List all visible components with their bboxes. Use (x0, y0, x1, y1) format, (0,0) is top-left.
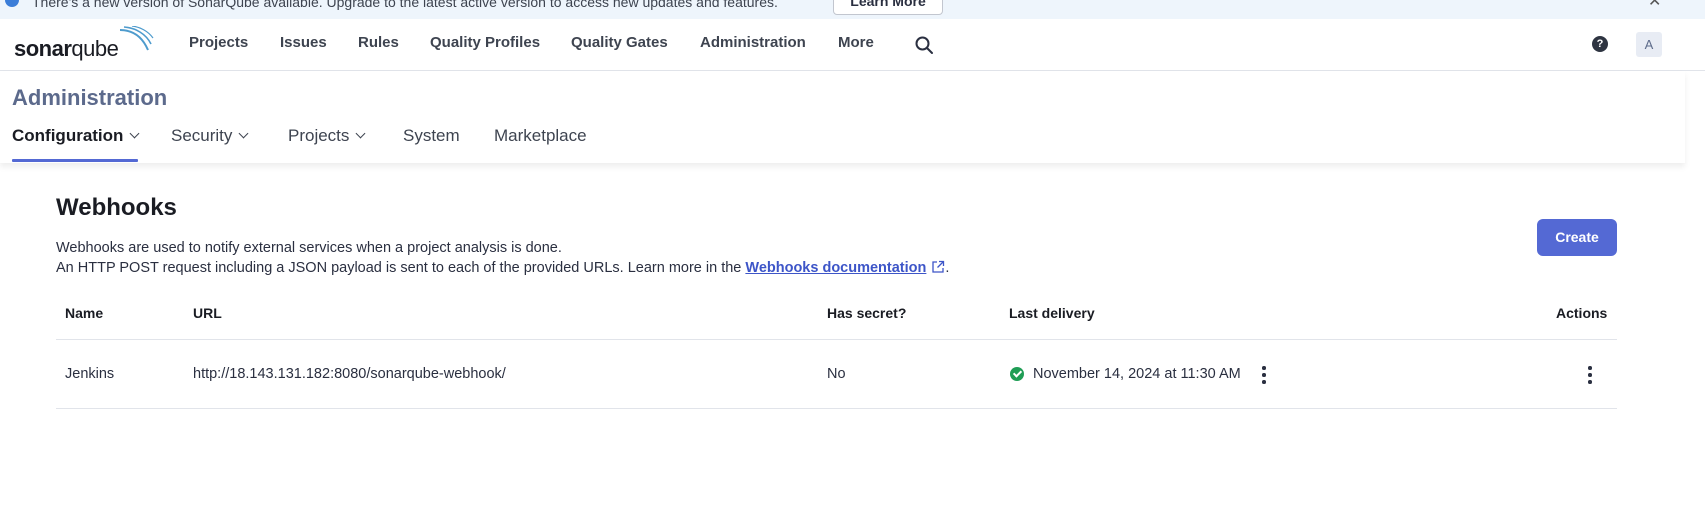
column-header-url: URL (193, 305, 222, 321)
column-header-last-delivery: Last delivery (1009, 305, 1095, 321)
column-header-actions: Actions (1556, 305, 1608, 321)
row-actions-icon[interactable] (1582, 364, 1598, 386)
sonarqube-logo[interactable]: sonarqube (14, 26, 154, 64)
chevron-down-icon (355, 128, 366, 139)
avatar[interactable]: A (1636, 32, 1662, 57)
create-button[interactable]: Create (1537, 219, 1617, 256)
banner-text: There's a new version of SonarQube avail… (32, 0, 778, 10)
nav-administration[interactable]: Administration (700, 34, 806, 51)
nav-rules[interactable]: Rules (358, 34, 399, 51)
nav-quality-profiles[interactable]: Quality Profiles (430, 34, 540, 51)
help-icon[interactable]: ? (1592, 36, 1608, 52)
webhooks-description-line2: An HTTP POST request including a JSON pa… (56, 260, 950, 276)
column-header-has-secret: Has secret? (827, 305, 907, 321)
webhook-name: Jenkins (65, 366, 115, 382)
logo-text: sonarqube (14, 36, 119, 61)
webhooks-documentation-link[interactable]: Webhooks documentation (745, 260, 926, 276)
tab-configuration[interactable]: Configuration (12, 126, 140, 146)
webhook-url: http://18.143.131.182:8080/sonarqube-web… (193, 366, 506, 382)
nav-issues[interactable]: Issues (280, 34, 327, 51)
logo-waves-icon (119, 26, 154, 51)
learn-more-button[interactable]: Learn More (833, 0, 943, 15)
nav-quality-gates[interactable]: Quality Gates (571, 34, 668, 51)
divider (56, 339, 1617, 340)
tab-marketplace[interactable]: Marketplace (494, 126, 587, 146)
active-tab-indicator (12, 159, 138, 162)
webhooks-description: Webhooks are used to notify external ser… (56, 240, 562, 256)
webhook-last-delivery: November 14, 2024 at 11:30 AM (1033, 366, 1241, 382)
info-icon (5, 0, 19, 7)
close-icon[interactable]: ✕ (1648, 0, 1661, 11)
tab-system[interactable]: System (403, 126, 460, 146)
column-header-name: Name (65, 305, 104, 321)
search-icon[interactable] (914, 35, 934, 55)
external-link-icon (932, 260, 945, 273)
tab-security[interactable]: Security (171, 126, 249, 146)
administration-header: Administration Configuration Security Pr… (0, 71, 1685, 163)
nav-more[interactable]: More (838, 34, 874, 51)
page-title: Webhooks (56, 194, 177, 221)
update-banner: There's a new version of SonarQube avail… (0, 0, 1705, 19)
webhook-has-secret: No (827, 366, 846, 382)
page-section-title: Administration (12, 85, 168, 110)
tab-projects[interactable]: Projects (288, 126, 366, 146)
nav-projects[interactable]: Projects (189, 34, 248, 51)
success-check-icon (1010, 367, 1024, 381)
chevron-down-icon (238, 128, 249, 139)
top-navigation: sonarqube Projects Issues Rules Quality … (0, 19, 1705, 71)
chevron-down-icon (129, 128, 140, 139)
divider (56, 408, 1617, 409)
delivery-options-icon[interactable] (1256, 364, 1272, 386)
